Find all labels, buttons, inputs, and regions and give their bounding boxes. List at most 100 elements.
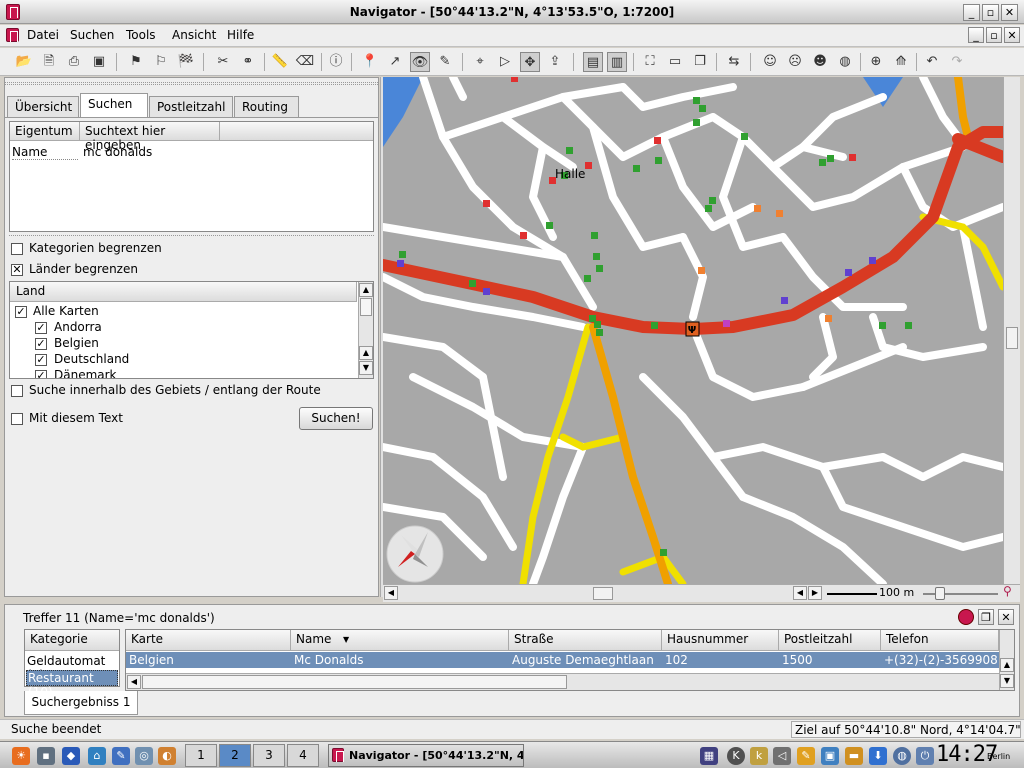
erase-icon[interactable]: ⌫ — [295, 52, 315, 72]
country-checkbox[interactable]: ✓ — [35, 354, 47, 366]
menu-ansicht[interactable]: Ansicht — [172, 28, 216, 42]
category-item-selected[interactable]: Restaurant (10) — [26, 670, 118, 699]
with-text-checkbox[interactable] — [11, 413, 23, 425]
desktop-1[interactable]: 1 — [185, 744, 217, 767]
compass-icon[interactable]: ⟰ — [891, 52, 911, 72]
desktop-4[interactable]: 4 — [287, 744, 319, 767]
scroll-up-icon[interactable]: ▲ — [1000, 658, 1014, 672]
launcher-icon[interactable]: ☀ — [12, 747, 30, 765]
table-row[interactable]: Belgien Mc Donalds Auguste Demaeghtlaan … — [126, 652, 999, 668]
results-close-button[interactable]: ✕ — [998, 609, 1014, 625]
close-button[interactable]: ✕ — [1001, 4, 1018, 21]
col-telefon[interactable]: Telefon — [881, 630, 999, 651]
tab-suchergebniss[interactable]: Suchergebniss 1 — [24, 691, 138, 715]
undo-icon[interactable]: ↶ — [922, 52, 942, 72]
finish-flag-icon[interactable]: 🏁 — [176, 52, 196, 72]
ruler-icon[interactable]: 📏 — [270, 52, 290, 72]
compass-rose-icon[interactable] — [386, 525, 444, 583]
results-pin-icon[interactable] — [958, 609, 974, 625]
monitor-icon[interactable]: ▦ — [700, 747, 718, 765]
play-icon[interactable]: ▷ — [495, 52, 515, 72]
recenter-icon[interactable]: ⇪ — [545, 52, 565, 72]
maximize-button[interactable]: ▫ — [982, 4, 999, 21]
map-hscroll-thumb[interactable] — [593, 587, 613, 600]
category-header[interactable]: Kategorie — [25, 630, 119, 651]
notes-icon[interactable]: ✎ — [797, 747, 815, 765]
map-hscroll[interactable]: ◀ ◀ ▶ 100 m ⚲ — [383, 584, 1020, 602]
country-checkbox[interactable]: ✓ — [35, 338, 47, 350]
zoom-slider-handle[interactable] — [935, 587, 945, 600]
col-strasse[interactable]: Straße — [509, 630, 662, 651]
move-icon[interactable]: ✥ — [520, 52, 540, 72]
tools-icon[interactable]: ✎ — [112, 747, 130, 765]
folder-icon[interactable]: ▬ — [845, 747, 863, 765]
globe-icon[interactable]: ◍ — [835, 52, 855, 72]
terminal-icon[interactable]: ▪ — [37, 747, 55, 765]
menu-hilfe[interactable]: Hilfe — [227, 28, 254, 42]
klipper-icon[interactable]: k — [750, 747, 768, 765]
link-icon[interactable]: ⚭ — [238, 52, 258, 72]
scroll-right-icon[interactable]: ▶ — [808, 586, 822, 600]
split-icon[interactable]: ▥ — [607, 52, 627, 72]
user-remove-icon[interactable]: ☹ — [785, 52, 805, 72]
desktop-2[interactable]: 2 — [219, 744, 251, 767]
route-icon[interactable]: ↗ — [385, 52, 405, 72]
layout-icon[interactable]: ▤ — [583, 52, 603, 72]
scroll-left-icon[interactable]: ◀ — [793, 586, 807, 600]
map-canvas[interactable]: Ψ Halle — [383, 77, 1003, 584]
country-scrollbar[interactable]: ▲ ▲ ▼ — [358, 282, 373, 378]
results-hscroll-thumb[interactable] — [142, 675, 567, 689]
map-view[interactable]: Ψ Halle — [383, 77, 1003, 584]
print-icon[interactable]: ⎙ — [64, 52, 84, 72]
panel-grip[interactable] — [5, 82, 378, 85]
menu-datei[interactable]: Datei — [27, 28, 59, 42]
results-undock-button[interactable]: ❐ — [978, 609, 994, 625]
results-hscroll[interactable]: ◀ — [126, 673, 999, 690]
open-icon[interactable]: 📂 — [14, 52, 34, 72]
col-postleitzahl[interactable]: Postleitzahl — [779, 630, 881, 651]
desktop-3[interactable]: 3 — [253, 744, 285, 767]
country-item[interactable]: Andorra — [54, 320, 102, 334]
app-menu-icon[interactable] — [6, 28, 19, 42]
user-add-icon[interactable]: ☺ — [760, 52, 780, 72]
tab-suchen[interactable]: Suchen — [80, 93, 148, 118]
tool-icon[interactable]: ✂ — [213, 52, 233, 72]
poi-icon[interactable]: 👁 — [410, 52, 430, 72]
save-icon[interactable]: ▣ — [89, 52, 109, 72]
stack-icon[interactable]: ❐ — [690, 52, 710, 72]
pin-icon[interactable]: 📍 — [360, 52, 380, 72]
results-vscroll[interactable]: ▲ ▼ — [999, 630, 1014, 690]
country-header[interactable]: Land — [10, 282, 357, 302]
menu-tools[interactable]: Tools — [126, 28, 156, 42]
scroll-up-icon[interactable]: ▲ — [359, 346, 373, 360]
col-hausnummer[interactable]: Hausnummer — [662, 630, 779, 651]
mdi-restore-button[interactable]: ▫ — [986, 27, 1002, 43]
crosshair-icon[interactable]: ⊕ — [866, 52, 886, 72]
scroll-up-icon[interactable]: ▲ — [359, 283, 373, 297]
zoom-icon[interactable]: ⚲ — [1003, 584, 1012, 598]
country-item[interactable]: Alle Karten — [33, 304, 99, 318]
search-button[interactable]: Suchen! — [299, 407, 373, 430]
country-checkbox[interactable]: ✓ — [15, 306, 27, 318]
browser-icon[interactable]: ◐ — [158, 747, 176, 765]
power-icon[interactable]: ⏻ — [916, 747, 934, 765]
info-icon[interactable]: ⓘ — [326, 52, 346, 72]
volume-icon[interactable]: ◁ — [773, 747, 791, 765]
scroll-left-icon[interactable]: ◀ — [384, 586, 398, 600]
flag-icon[interactable]: ⚑ — [126, 52, 146, 72]
col-name[interactable]: Name ▼ — [291, 630, 509, 651]
kde-icon[interactable]: K — [727, 747, 745, 765]
minimize-button[interactable]: _ — [963, 4, 980, 21]
criteria-property[interactable]: Name — [12, 145, 78, 160]
window-icon[interactable]: ▭ — [665, 52, 685, 72]
globe-icon[interactable]: ◍ — [893, 747, 911, 765]
country-item[interactable]: Deutschland — [54, 352, 129, 366]
redo-icon[interactable]: ↷ — [947, 52, 967, 72]
mdi-minimize-button[interactable]: _ — [968, 27, 984, 43]
col-karte[interactable]: Karte — [126, 630, 291, 651]
gps-icon[interactable]: ⌖ — [470, 52, 490, 72]
tab-uebersicht[interactable]: Übersicht — [7, 96, 79, 117]
menu-suchen[interactable]: Suchen — [70, 28, 114, 42]
criteria-text[interactable]: mc donalds — [83, 145, 152, 159]
scroll-down-icon[interactable]: ▼ — [359, 361, 373, 375]
